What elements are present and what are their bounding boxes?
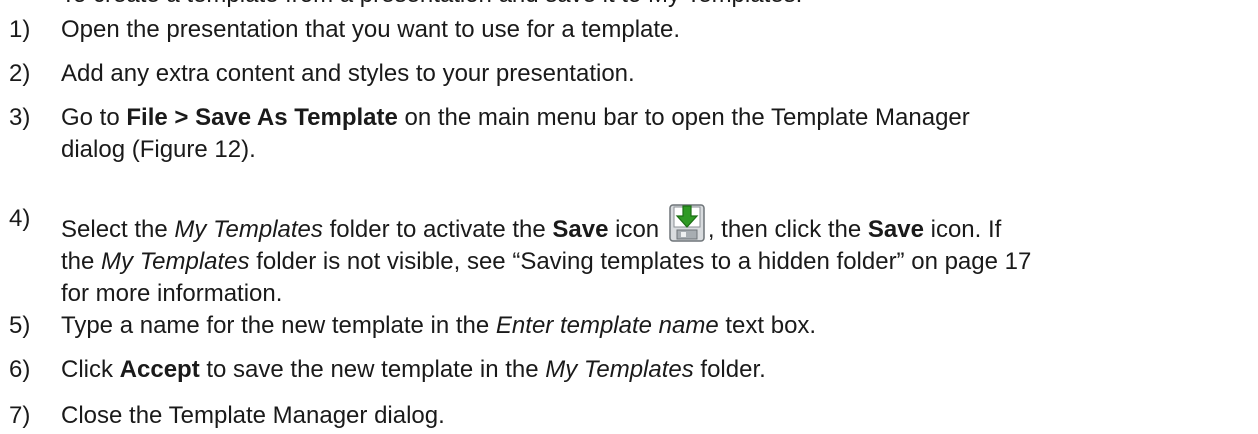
step-number: 5) (9, 312, 31, 339)
step-number: 3) (9, 104, 31, 131)
step-text: Click Accept to save the new template in… (61, 356, 766, 383)
step-number: 1) (9, 16, 31, 43)
partial-intro-line: To create a template from a presentation… (0, 0, 1258, 8)
step-text: Select the My Templates folder to activa… (61, 203, 1241, 310)
save-template-icon (669, 204, 705, 242)
step-text: Open the presentation that you want to u… (61, 16, 681, 43)
step-number: 2) (9, 60, 31, 87)
step-text: Go to File > Save As Template on the mai… (61, 104, 970, 163)
step-number: 6) (9, 356, 31, 383)
menu-path: File > Save As Template (126, 104, 398, 131)
step-number: 4) (9, 205, 31, 232)
partial-intro-text: To create a template from a presentation… (61, 0, 802, 8)
step-text: Add any extra content and styles to your… (61, 60, 635, 87)
step-text: Close the Template Manager dialog. (61, 402, 445, 429)
step-number: 7) (9, 402, 31, 429)
step-text: Type a name for the new template in the … (61, 312, 817, 339)
